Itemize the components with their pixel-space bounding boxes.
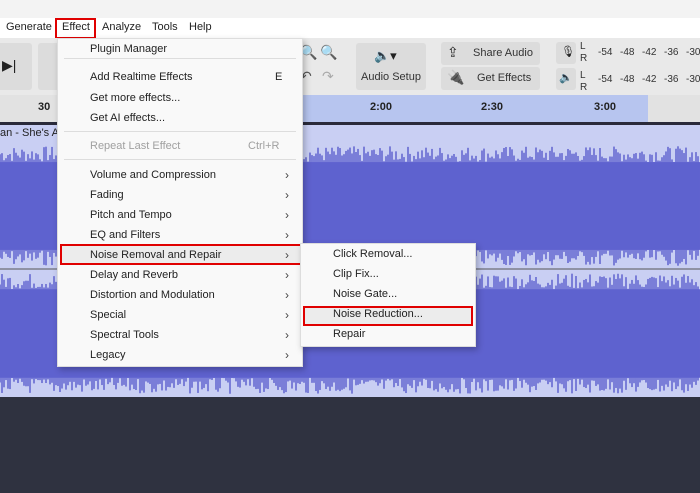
meter-tick: -30: [686, 74, 700, 85]
meter-tick: -30: [686, 47, 700, 58]
menu-item-noise-removal-and-repair[interactable]: Noise Removal and Repair: [90, 249, 221, 261]
meter-tick: -54: [598, 74, 613, 85]
microphone-icon[interactable]: 🎙: [556, 42, 576, 64]
meter-tick: -36: [664, 47, 679, 58]
chevron-right-icon: ›: [285, 208, 289, 222]
menu-item-legacy[interactable]: Legacy: [90, 349, 125, 361]
skip-end-button[interactable]: ▶|: [0, 43, 32, 90]
title-strip: [0, 0, 700, 18]
play-meter-r: R: [580, 82, 588, 93]
menu-item-get-ai[interactable]: Get AI effects...: [90, 112, 165, 124]
separator: [64, 131, 296, 132]
separator: [64, 159, 296, 160]
menu-item-spectral-tools[interactable]: Spectral Tools: [90, 329, 159, 341]
meter-tick: -54: [598, 47, 613, 58]
chevron-right-icon: ›: [285, 308, 289, 322]
meter-tick: -48: [620, 47, 635, 58]
share-audio-label: Share Audio: [473, 47, 533, 59]
noise-removal-submenu: Click Removal... Clip Fix... Noise Gate.…: [300, 243, 476, 347]
menu-generate[interactable]: Generate: [6, 21, 52, 33]
chevron-right-icon: ›: [285, 328, 289, 342]
menu-item-repeat-last: Repeat Last Effect: [90, 140, 181, 152]
play-meter-l: L: [580, 70, 586, 81]
submenu-item-click-removal[interactable]: Click Removal...: [333, 248, 412, 260]
effect-highlight-box: [55, 18, 96, 39]
chevron-right-icon: ›: [285, 288, 289, 302]
menu-item-special[interactable]: Special: [90, 309, 126, 321]
menu-item-get-more[interactable]: Get more effects...: [90, 92, 180, 104]
submenu-item-clip-fix[interactable]: Clip Fix...: [333, 268, 379, 280]
meter-tick: -42: [642, 74, 657, 85]
chevron-right-icon: ›: [285, 228, 289, 242]
menu-item-add-realtime[interactable]: Add Realtime Effects: [90, 71, 193, 83]
menu-bar: Generate Effect Analyze Tools Help: [0, 18, 700, 38]
redo-icon[interactable]: ↷: [322, 68, 334, 85]
ruler-tick: 2:00: [370, 101, 393, 113]
shortcut-e: E: [275, 71, 283, 83]
ruler-tick: 2:30: [481, 101, 504, 113]
menu-item-fading[interactable]: Fading: [90, 189, 124, 201]
meter-tick: -48: [620, 74, 635, 85]
chevron-right-icon: ›: [285, 348, 289, 362]
separator: [64, 58, 296, 59]
menu-item-plugin-manager[interactable]: Plugin Manager: [90, 43, 167, 55]
shortcut-ctrl-r: Ctrl+R: [248, 140, 280, 152]
share-audio-button[interactable]: ⇪ Share Audio: [441, 42, 540, 65]
record-meter-r: R: [580, 53, 588, 64]
speaker-icon[interactable]: 🔈: [556, 68, 576, 90]
speaker-dropdown-icon: 🔈▾: [374, 48, 397, 63]
chevron-right-icon: ›: [285, 248, 289, 262]
plug-icon: 🔌: [447, 69, 465, 85]
ruler-tick: 30: [38, 101, 51, 113]
chevron-right-icon: ›: [285, 188, 289, 202]
get-effects-label: Get Effects: [477, 72, 532, 84]
meter-tick: -36: [664, 74, 679, 85]
menu-item-delay-and-reverb[interactable]: Delay and Reverb: [90, 269, 178, 281]
ruler-tick: 3:00: [594, 101, 617, 113]
meter-tick: -42: [642, 47, 657, 58]
menu-help[interactable]: Help: [189, 21, 212, 33]
menu-tools[interactable]: Tools: [152, 21, 178, 33]
audio-setup-label: Audio Setup: [361, 71, 421, 83]
track-title[interactable]: an - She's A: [0, 127, 59, 139]
share-icon: ⇪: [447, 44, 459, 60]
menu-item-pitch-and-tempo[interactable]: Pitch and Tempo: [90, 209, 172, 221]
audio-setup-button[interactable]: 🔈▾ Audio Setup: [356, 43, 426, 90]
zoom-fit-icon[interactable]: 🔍: [320, 44, 337, 61]
menu-analyze[interactable]: Analyze: [102, 21, 141, 33]
submenu-item-repair[interactable]: Repair: [333, 328, 365, 340]
chevron-right-icon: ›: [285, 168, 289, 182]
menu-item-distortion-and-modulation[interactable]: Distortion and Modulation: [90, 289, 215, 301]
record-meter-l: L: [580, 41, 586, 52]
submenu-item-noise-reduction[interactable]: Noise Reduction...: [333, 308, 423, 320]
get-effects-button[interactable]: 🔌 Get Effects: [441, 67, 540, 90]
menu-item-volume-and-compression[interactable]: Volume and Compression: [90, 169, 216, 181]
menu-item-eq-and-filters[interactable]: EQ and Filters: [90, 229, 160, 241]
submenu-item-noise-gate[interactable]: Noise Gate...: [333, 288, 397, 300]
skip-end-icon: ▶|: [2, 57, 17, 73]
effect-menu: Plugin Manager Add Realtime Effects E Ge…: [57, 38, 303, 367]
chevron-right-icon: ›: [285, 268, 289, 282]
